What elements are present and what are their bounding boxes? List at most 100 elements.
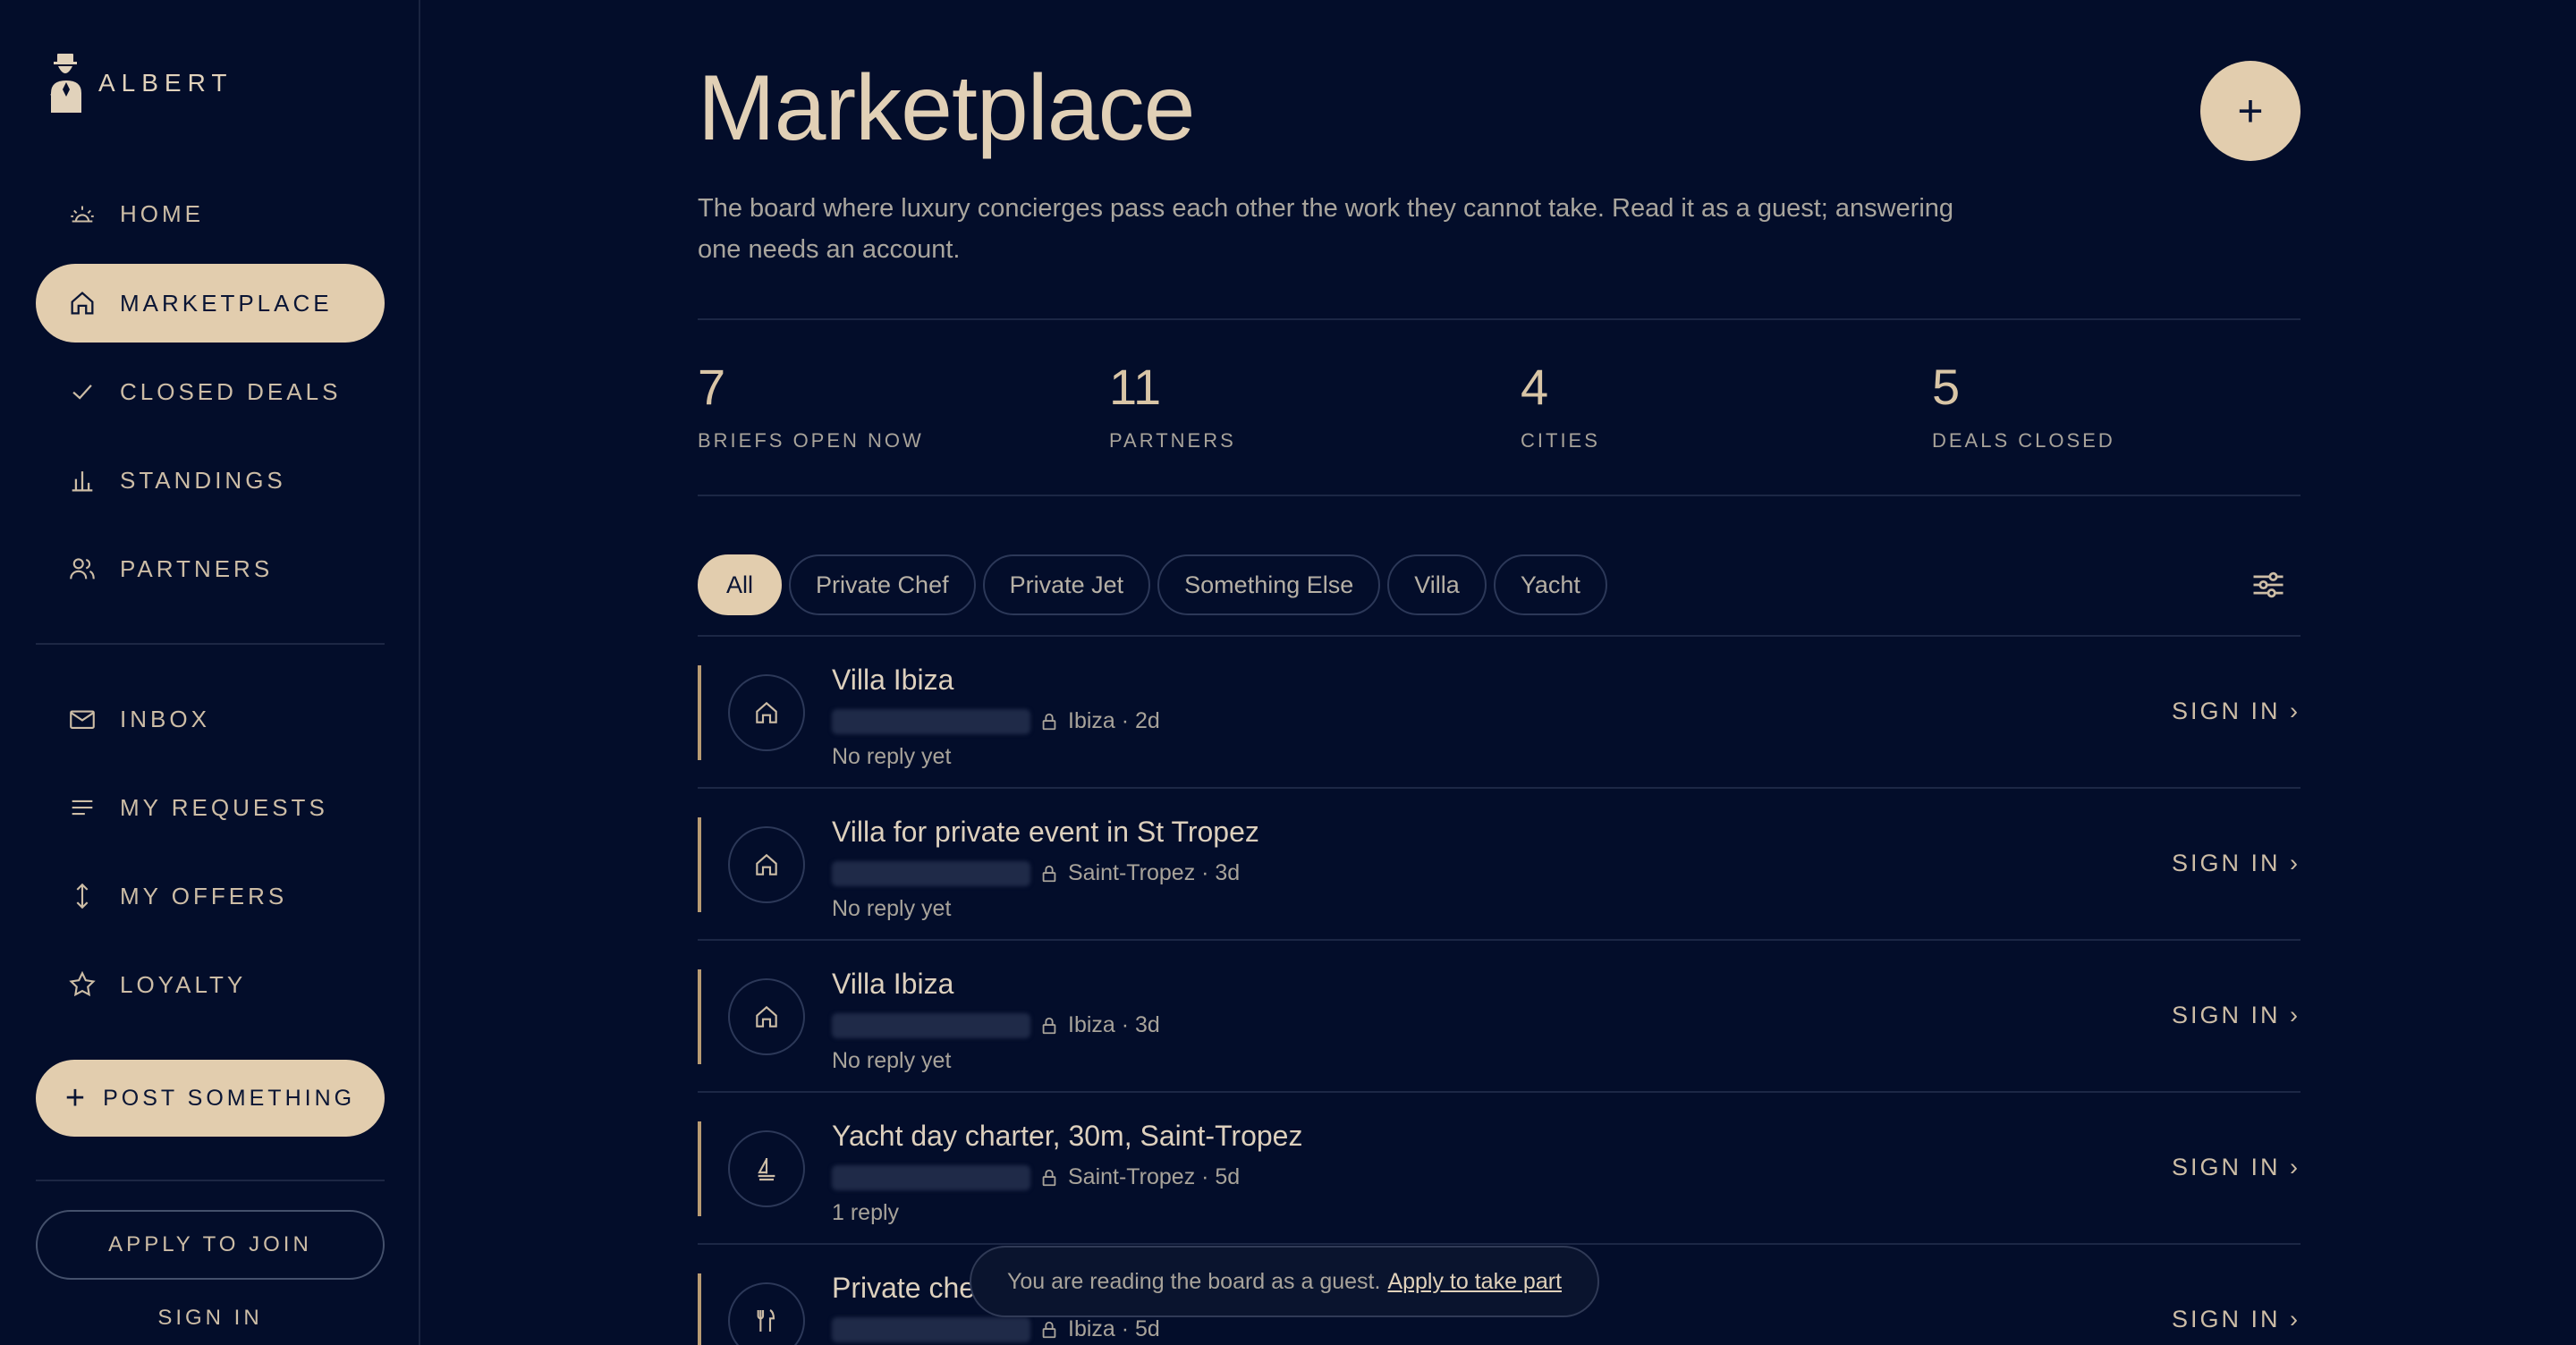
stat-label: CITIES [1521, 429, 1600, 452]
users-icon [66, 553, 98, 585]
nav-label: LOYALTY [120, 970, 247, 998]
listing-title: Villa for private event in St Tropez [832, 816, 1259, 848]
stat-briefs-open: 7 BRIEFS OPEN NOW [698, 358, 924, 453]
category-badge [728, 674, 805, 751]
brand[interactable]: ALBERT [48, 54, 233, 113]
sliders-icon[interactable] [2249, 565, 2288, 605]
stat-deals-closed: 5 DEALS CLOSED [1932, 358, 2115, 453]
apply-to-join-button[interactable]: APPLY TO JOIN [36, 1210, 385, 1280]
nav-item-loyalty[interactable]: LOYALTY [36, 945, 385, 1024]
app: ALBERT HOME MARKETPLACE CLOSED DEALS STA… [0, 0, 2576, 1345]
home-icon [756, 701, 777, 723]
filter-chip-private-chef[interactable]: Private Chef [789, 554, 976, 615]
add-button[interactable]: + [2200, 61, 2301, 161]
sidebar-divider [36, 1180, 385, 1181]
stat-label: PARTNERS [1109, 429, 1236, 452]
listing-sign-in-link[interactable]: SIGN IN › [2172, 1154, 2301, 1181]
nav-label: CLOSED DEALS [120, 377, 342, 405]
stat-label: BRIEFS OPEN NOW [698, 429, 924, 452]
listing-row[interactable]: Villa Ibiza Ibiza · 3d No reply yet SIGN… [698, 941, 2301, 1093]
listing-replies: 1 reply [832, 1200, 900, 1225]
category-badge [728, 1282, 805, 1345]
lock-icon [1042, 865, 1056, 882]
blurred-author [832, 1316, 1030, 1342]
nav-label: MY OFFERS [120, 882, 288, 909]
post-something-button[interactable]: + POST SOMETHING [36, 1060, 385, 1137]
listing-location: Saint-Tropez · 5d [1068, 1164, 1241, 1189]
stat-value: 4 [1521, 359, 1549, 415]
post-something-label: POST SOMETHING [103, 1085, 356, 1111]
apply-to-take-part-link[interactable]: Apply to take part [1387, 1269, 1562, 1295]
nav-item-inbox[interactable]: INBOX [36, 680, 385, 758]
home-icon [756, 853, 777, 876]
nav-item-my-requests[interactable]: MY REQUESTS [36, 768, 385, 847]
listing-accent-bar [698, 817, 701, 912]
listing-sign-in-link[interactable]: SIGN IN › [2172, 1002, 2301, 1029]
filter-chip-something-else[interactable]: Something Else [1157, 554, 1381, 615]
divider [698, 318, 2301, 320]
nav-label: INBOX [120, 705, 210, 732]
stat-value: 7 [698, 359, 726, 415]
listing-location: Ibiza · 5d [1068, 1316, 1160, 1341]
listing-accent-bar [698, 1273, 701, 1345]
listing-accent-bar [698, 665, 701, 760]
guest-notice-toast: You are reading the board as a guest. Ap… [970, 1246, 1600, 1317]
brand-name: ALBERT [98, 69, 233, 97]
nav-item-closed-deals[interactable]: CLOSED DEALS [36, 352, 385, 431]
arrows-vertical-icon [66, 880, 98, 912]
listing-row[interactable]: Villa for private event in St Tropez Sai… [698, 789, 2301, 941]
listing-row[interactable]: Yacht day charter, 30m, Saint-Tropez Sai… [698, 1093, 2301, 1245]
filter-chip-yacht[interactable]: Yacht [1493, 554, 1607, 615]
listing-replies: No reply yet [832, 744, 952, 769]
stat-partners: 11 PARTNERS [1109, 358, 1236, 453]
list-icon [66, 791, 98, 824]
nav-label: MARKETPLACE [120, 289, 333, 317]
listing-row[interactable]: Villa Ibiza Ibiza · 2d No reply yet SIGN… [698, 637, 2301, 789]
sidebar-sign-in-link[interactable]: SIGN IN [36, 1306, 385, 1331]
listing-replies: No reply yet [832, 1048, 952, 1073]
listing-meta: Ibiza · 3d [832, 1012, 1160, 1038]
nav-label: HOME [120, 199, 204, 227]
nav-item-marketplace[interactable]: MARKETPLACE [36, 264, 385, 343]
filter-chip-private-jet[interactable]: Private Jet [982, 554, 1151, 615]
filter-chip-all[interactable]: All [698, 554, 783, 615]
filter-chip-villa[interactable]: Villa [1387, 554, 1487, 615]
sailboat-icon [758, 1158, 775, 1181]
blurred-author [832, 1164, 1030, 1190]
listing-title: Private che [832, 1272, 976, 1304]
listing-sign-in-link[interactable]: SIGN IN › [2172, 698, 2301, 725]
blurred-author [832, 1012, 1030, 1038]
listing-meta: Saint-Tropez · 5d [832, 1164, 1240, 1190]
nav-item-my-offers[interactable]: MY OFFERS [36, 857, 385, 935]
listing-title: Yacht day charter, 30m, Saint-Tropez [832, 1120, 1303, 1152]
listing-accent-bar [698, 1121, 701, 1216]
lock-icon [1042, 1169, 1056, 1186]
listing-sign-in-link[interactable]: SIGN IN › [2172, 850, 2301, 877]
page-subtitle: The board where luxury concierges pass e… [698, 194, 1954, 264]
listing-meta: Ibiza · 5d [832, 1316, 1160, 1342]
mail-icon [66, 703, 98, 735]
blurred-author [832, 860, 1030, 886]
star-icon [66, 969, 98, 1001]
home-icon [66, 287, 98, 319]
sidebar: ALBERT HOME MARKETPLACE CLOSED DEALS STA… [0, 0, 420, 1345]
nav-label: MY REQUESTS [120, 793, 328, 821]
nav-item-partners[interactable]: PARTNERS [36, 529, 385, 608]
category-filters: All Private Chef Private Jet Something E… [698, 554, 1614, 615]
lock-icon [1042, 1017, 1056, 1034]
listing-location: Saint-Tropez · 3d [1068, 860, 1241, 885]
sidebar-divider [36, 643, 385, 645]
nav-item-home[interactable]: HOME [36, 174, 385, 253]
guest-notice-text: You are reading the board as a guest. [1007, 1268, 1381, 1294]
stat-value: 11 [1109, 359, 1162, 415]
listing-meta: Saint-Tropez · 3d [832, 860, 1240, 886]
blurred-author [832, 708, 1030, 734]
page-title: Marketplace [698, 56, 1195, 160]
lock-icon [1042, 1321, 1056, 1338]
listing-sign-in-link[interactable]: SIGN IN › [2172, 1306, 2301, 1333]
nav-item-standings[interactable]: STANDINGS [36, 441, 385, 520]
home-icon [756, 1005, 777, 1028]
stat-value: 5 [1932, 359, 1961, 415]
divider [698, 495, 2301, 496]
stat-label: DEALS CLOSED [1932, 429, 2115, 452]
